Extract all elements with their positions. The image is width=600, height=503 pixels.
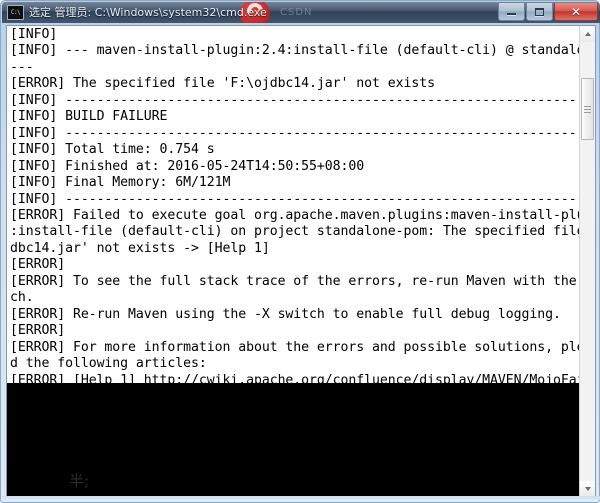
cmd-system-menu-icon[interactable]: C:\ [7, 5, 24, 20]
vertical-scrollbar[interactable] [579, 26, 595, 497]
console-output[interactable]: [INFO] [INFO] --- maven-install-plugin:2… [7, 26, 579, 383]
minimize-button[interactable] [498, 3, 525, 21]
cmd-window: C:\ 选定 管理员: C:\Windows\system32\cmd.exe … [0, 0, 600, 503]
title-bar[interactable]: C:\ 选定 管理员: C:\Windows\system32\cmd.exe … [2, 2, 600, 23]
watermark-label: CSDN [280, 7, 313, 18]
console-residual-text: 半; [69, 472, 90, 490]
scroll-down-button[interactable] [580, 481, 595, 497]
chevron-down-icon [584, 487, 591, 491]
close-button[interactable]: ✕ [554, 3, 598, 21]
scrollbar-grip-icon [584, 105, 591, 113]
maximize-button[interactable] [526, 3, 553, 21]
console-screen[interactable]: [INFO] [INFO] --- maven-install-plugin:2… [7, 26, 579, 497]
maximize-icon [535, 7, 544, 16]
close-icon: ✕ [570, 4, 582, 19]
chevron-up-icon [584, 32, 591, 36]
minimize-icon [507, 13, 516, 15]
window-bottom-edge [2, 496, 600, 501]
scroll-up-button[interactable] [580, 26, 595, 42]
window-title: 选定 管理员: C:\Windows\system32\cmd.exe [29, 6, 267, 19]
console-output-text: [INFO] [INFO] --- maven-install-plugin:2… [10, 27, 579, 383]
console-empty-region[interactable]: 半; [7, 383, 579, 497]
window-controls: ✕ [497, 3, 598, 23]
scrollbar-track[interactable] [580, 42, 595, 481]
scrollbar-thumb[interactable] [581, 78, 594, 140]
cmd-system-menu-icon-label: C:\ [10, 8, 21, 16]
console-client-area[interactable]: [INFO] [INFO] --- maven-install-plugin:2… [6, 25, 596, 498]
